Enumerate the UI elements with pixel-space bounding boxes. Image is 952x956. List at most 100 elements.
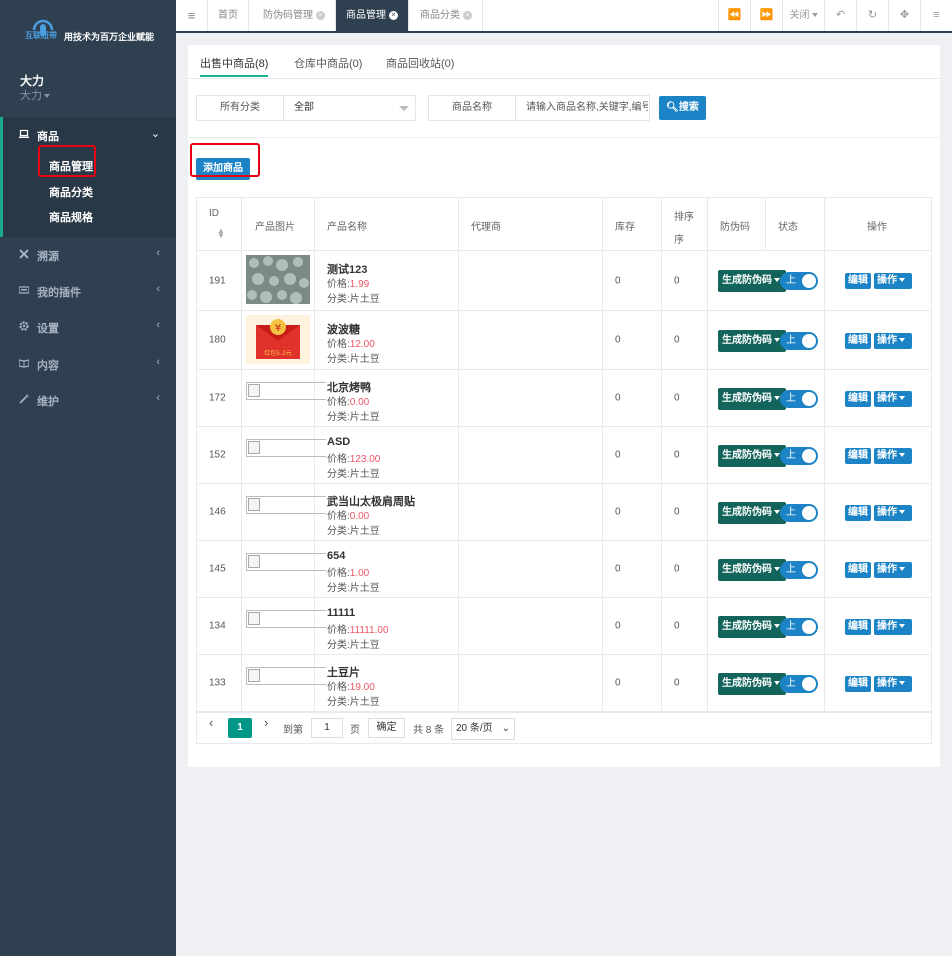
edit-button[interactable]: 编辑	[845, 562, 871, 578]
scroll-left-button[interactable]: ⏪	[718, 0, 750, 31]
sidebar-item-settings[interactable]: 设置 ‹	[0, 309, 176, 345]
add-goods-button[interactable]: 添加商品	[196, 158, 250, 180]
search-input[interactable]: 请输入商品名称,关键字,编号	[526, 96, 648, 120]
price-prefix: 价格:	[327, 568, 350, 579]
broken-image-icon	[248, 669, 260, 682]
actions-dropdown-button[interactable]: 操作	[874, 619, 912, 635]
product-name[interactable]: 11111	[327, 607, 355, 619]
col-fw: 防伪码	[708, 198, 766, 251]
tab-recycle-bin[interactable]: 商品回收站(0)	[386, 55, 454, 77]
close-icon[interactable]: ×	[389, 10, 398, 20]
user-role-dropdown[interactable]: 大力	[20, 87, 50, 103]
generate-fw-button[interactable]: 生成防伪码	[718, 673, 786, 695]
stock-value: 0	[615, 275, 621, 286]
goto-page-input[interactable]: 1	[311, 718, 343, 738]
status-toggle[interactable]: 上	[780, 447, 818, 465]
stock-value: 0	[615, 392, 621, 404]
row-id: 133	[209, 677, 226, 689]
confirm-button[interactable]: 确定	[368, 718, 405, 738]
generate-fw-button[interactable]: 生成防伪码	[718, 388, 786, 410]
table-row: 133 土豆片 价格:19.00 分类:片土豆 0 0 生成防伪码 上 编辑 操…	[197, 655, 931, 712]
actions-dropdown-button[interactable]: 操作	[874, 391, 912, 407]
tab-home[interactable]: 首页	[208, 0, 249, 31]
close-menu-button[interactable]: 关闭	[782, 0, 824, 31]
op-label: 操作	[877, 564, 897, 575]
sidebar-item-maintain[interactable]: 维护 ‹	[0, 382, 176, 418]
sidebar-item-label: 维护	[37, 396, 59, 408]
actions-dropdown-button[interactable]: 操作	[874, 505, 912, 521]
sort-value: 0	[674, 449, 680, 461]
edit-button[interactable]: 编辑	[845, 391, 871, 407]
status-toggle[interactable]: 上	[780, 618, 818, 636]
price-value: 0.00	[349, 397, 370, 408]
cell-name: 武当山太极肩周贴 价格:0.00 分类:片土豆	[315, 484, 459, 540]
cell-sort: 0	[662, 311, 708, 369]
actions-dropdown-button[interactable]: 操作	[874, 676, 912, 692]
tab-fw-manage[interactable]: 防伪码管理 ×	[253, 0, 336, 31]
more-button[interactable]: ≡	[920, 0, 952, 31]
category-value: 片土豆	[349, 412, 380, 423]
generate-fw-button[interactable]: 生成防伪码	[718, 616, 786, 638]
cell-stock: 0	[603, 598, 662, 654]
close-icon[interactable]: ×	[463, 10, 472, 20]
cell-sort: 0	[662, 370, 708, 426]
sidebar-item-trace[interactable]: 溯源 ‹	[0, 237, 176, 273]
tab-on-sale[interactable]: 出售中商品(8)	[200, 55, 269, 77]
generate-fw-button[interactable]: 生成防伪码	[718, 445, 786, 467]
cell-id: 146	[197, 484, 242, 540]
status-toggle[interactable]: 上	[780, 561, 818, 579]
back-button[interactable]: ↶	[824, 0, 856, 31]
actions-dropdown-button[interactable]: 操作	[874, 333, 912, 349]
status-toggle[interactable]: 上	[780, 332, 818, 350]
sidebar-item-goods[interactable]: 商品 ⌄	[0, 117, 176, 153]
edit-button[interactable]: 编辑	[845, 676, 871, 692]
status-toggle[interactable]: 上	[780, 390, 818, 408]
category-select[interactable]: 所有分类 全部	[196, 95, 416, 121]
actions-dropdown-button[interactable]: 操作	[874, 448, 912, 464]
refresh-button[interactable]: ↻	[856, 0, 888, 31]
sidebar-subitem-goods-category[interactable]: 商品分类	[49, 184, 93, 200]
caret-down-icon	[899, 681, 905, 686]
tab-label: 防伪码管理	[263, 10, 313, 21]
generate-fw-button[interactable]: 生成防伪码	[718, 330, 786, 352]
generate-fw-button[interactable]: 生成防伪码	[718, 270, 786, 292]
per-page-select[interactable]: 20 条/页 ⌄	[451, 718, 515, 740]
generate-fw-button[interactable]: 生成防伪码	[718, 559, 786, 581]
edit-button[interactable]: 编辑	[845, 448, 871, 464]
tab-goods-category[interactable]: 商品分类 ×	[410, 0, 483, 31]
sidebar-item-plugins[interactable]: 我的插件 ‹	[0, 273, 176, 309]
tab-goods-manage[interactable]: 商品管理 ×	[336, 0, 409, 31]
sort-icon: ▲ ▼	[217, 226, 225, 240]
fullscreen-button[interactable]: ✥	[888, 0, 920, 31]
sidebar-subitem-goods-manage[interactable]: 商品管理	[49, 158, 93, 174]
sidebar-item-content[interactable]: 内容 ‹	[0, 346, 176, 382]
edit-button[interactable]: 编辑	[845, 505, 871, 521]
col-status: 状态	[766, 198, 825, 251]
tab-warehouse[interactable]: 仓库中商品(0)	[294, 55, 362, 77]
close-icon[interactable]: ×	[316, 10, 325, 20]
edit-button[interactable]: 编辑	[845, 619, 871, 635]
scroll-right-button[interactable]: ⏩	[750, 0, 782, 31]
product-name[interactable]: 654	[327, 550, 345, 562]
edit-button[interactable]: 编辑	[845, 273, 871, 289]
actions-dropdown-button[interactable]: 操作	[874, 562, 912, 578]
prev-page-button[interactable]: ‹	[209, 715, 213, 730]
wand-icon	[19, 394, 29, 404]
search-button[interactable]: 🔍︎搜索	[659, 96, 706, 120]
product-name[interactable]: ASD	[327, 436, 350, 448]
sort-value: 0	[674, 677, 680, 689]
page-current[interactable]: 1	[228, 718, 252, 738]
status-toggle[interactable]: 上	[780, 504, 818, 522]
generate-fw-button[interactable]: 生成防伪码	[718, 502, 786, 524]
price-prefix: 价格:	[327, 682, 350, 693]
sidebar-subitem-goods-spec[interactable]: 商品规格	[49, 209, 93, 225]
actions-dropdown-button[interactable]: 操作	[874, 273, 912, 289]
next-page-button[interactable]: ›	[264, 715, 268, 730]
menu-toggle-button[interactable]: ≡	[176, 0, 208, 31]
cell-sort: 0	[662, 427, 708, 483]
op-label: 操作	[877, 335, 897, 346]
status-toggle[interactable]: 上	[780, 675, 818, 693]
col-id[interactable]: ID ▲ ▼	[197, 198, 242, 251]
edit-button[interactable]: 编辑	[845, 333, 871, 349]
status-toggle[interactable]: 上	[780, 272, 818, 290]
